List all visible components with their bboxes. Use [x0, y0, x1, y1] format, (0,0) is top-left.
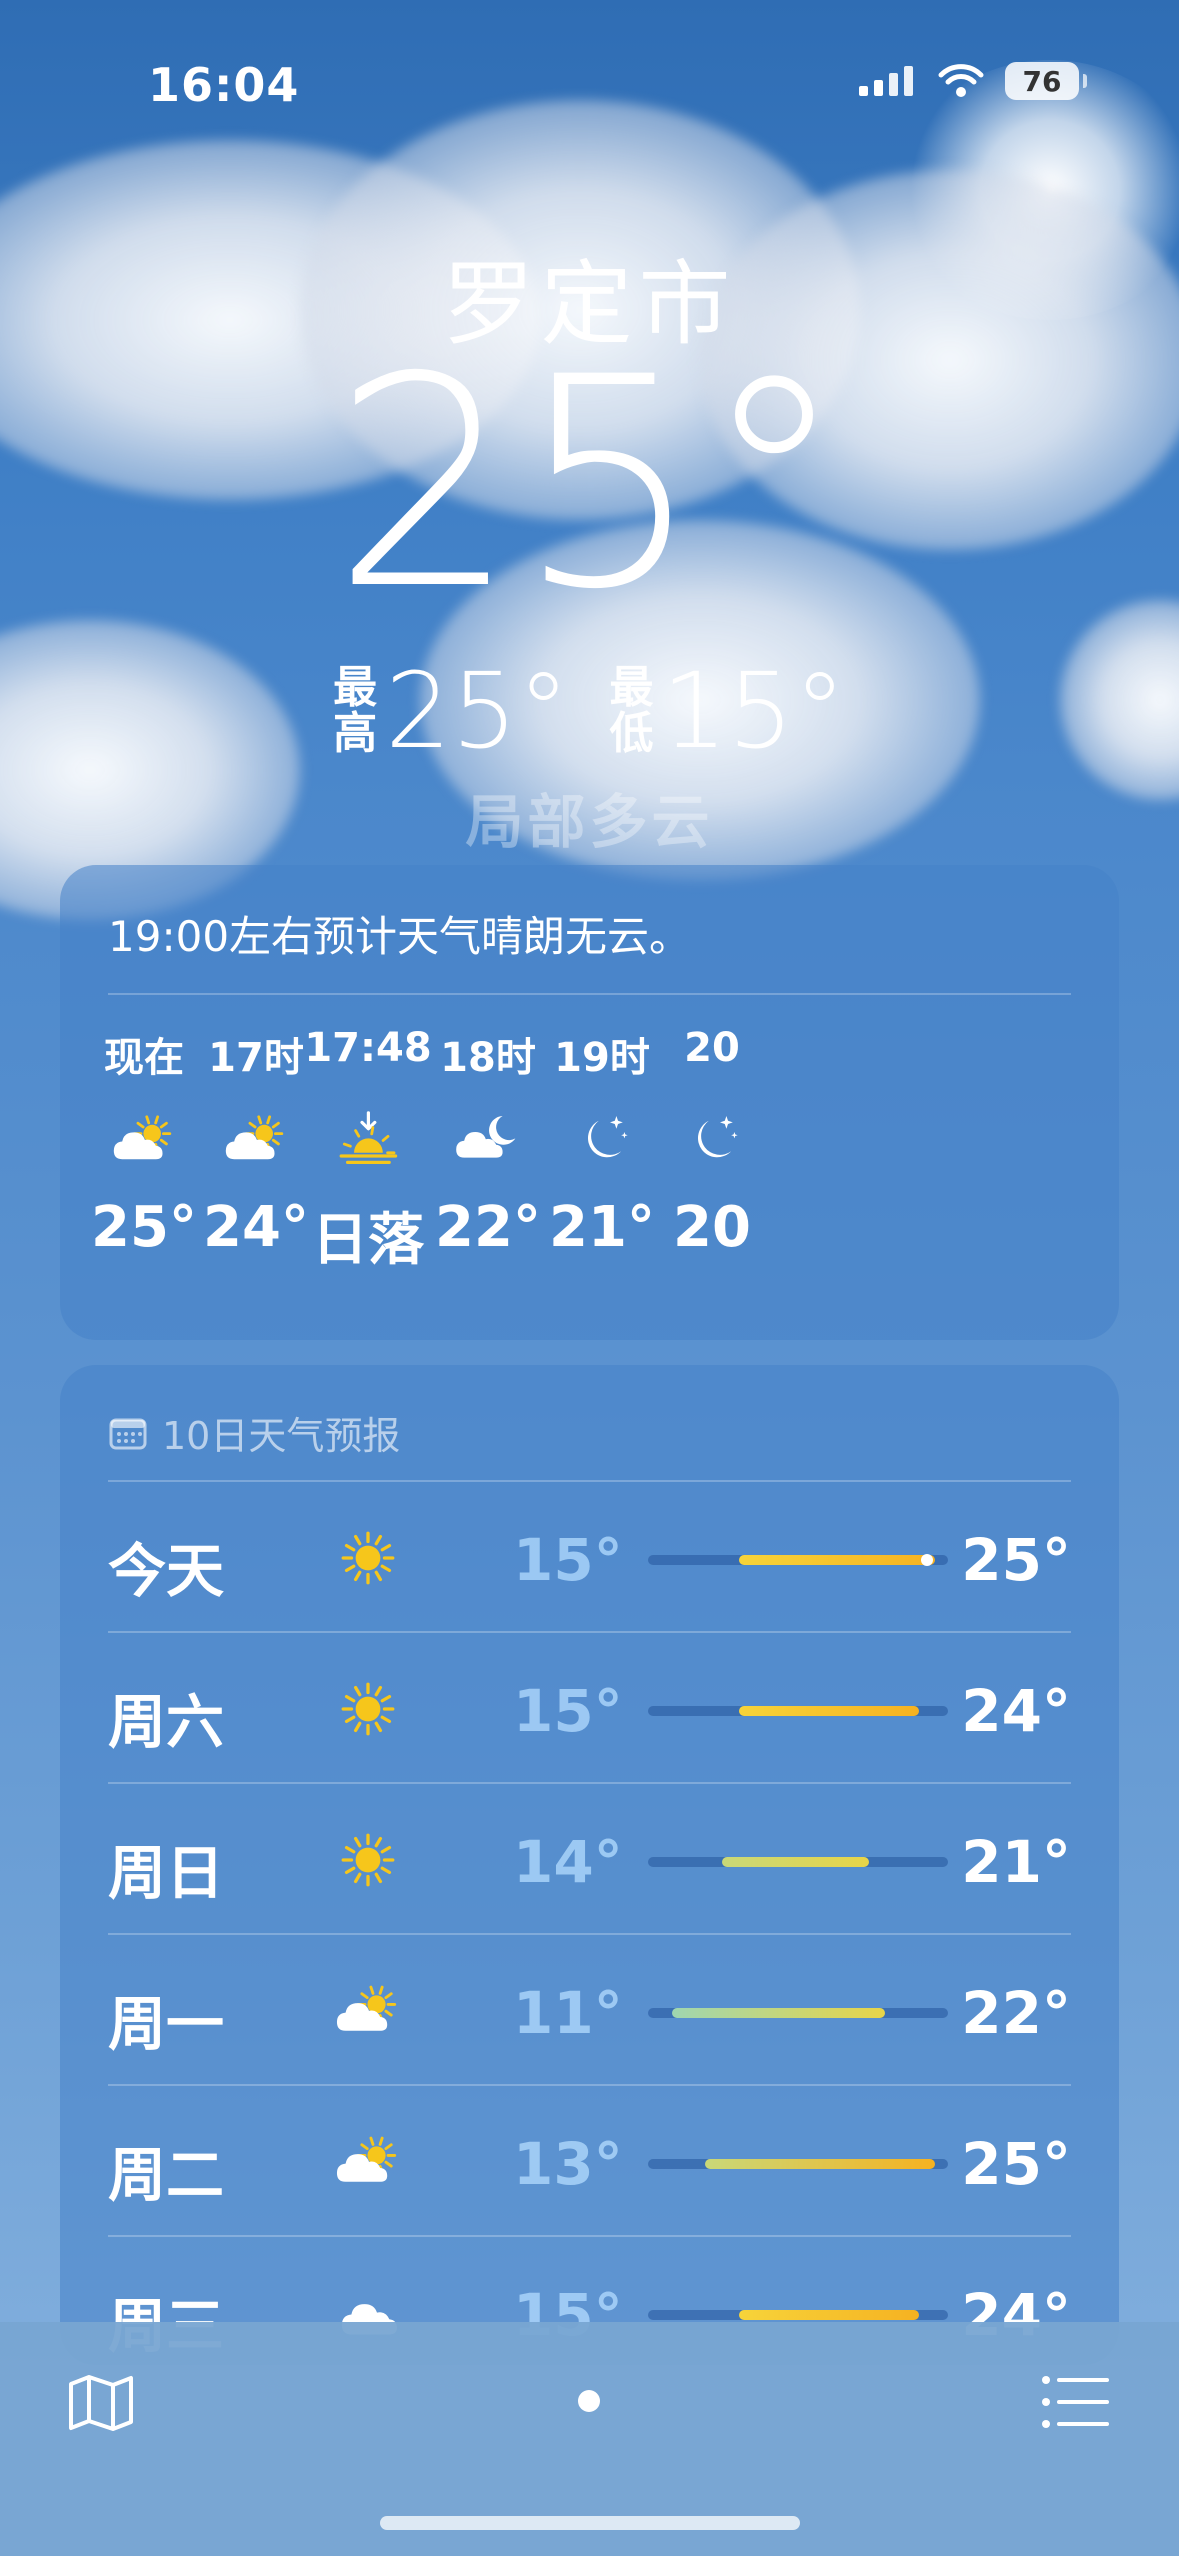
temperature-range-bar: [648, 1857, 948, 1867]
day-high-temperature: 25°: [961, 2130, 1071, 2198]
day-low-temperature: 13°: [513, 2130, 623, 2198]
low-temperature: 15°: [661, 650, 846, 772]
temperature-range-fill: [738, 1706, 919, 1716]
low-label: 最 低: [610, 665, 654, 757]
weather-condition: 局部多云: [465, 788, 714, 856]
divider: [108, 993, 1071, 995]
map-icon[interactable]: [66, 2372, 136, 2432]
battery-icon: 76: [1005, 62, 1087, 100]
day-name: 周六: [108, 1688, 225, 1756]
daily-row[interactable]: 周二 13° 25°: [108, 2084, 1071, 2236]
day-low-temperature: 15°: [513, 1677, 623, 1745]
list-icon[interactable]: [1041, 2374, 1111, 2430]
current-temperature: 25°: [332, 316, 847, 653]
daily-row[interactable]: 周一 11° 22°: [108, 1933, 1071, 2085]
temperature-range-bar: [648, 2008, 948, 2018]
ten-day-forecast-card[interactable]: 10日天气预报 今天 15° 25° 周六 15° 24° 周日 14° 21°…: [60, 1365, 1119, 2365]
day-name: 今天: [108, 1537, 225, 1605]
day-name: 周日: [108, 1839, 225, 1907]
day-low-temperature: 14°: [513, 1828, 623, 1896]
clear-night-icon: [632, 1085, 792, 1195]
temperature-range-bar: [648, 2310, 948, 2320]
temperature-range-bar: [648, 1554, 948, 1566]
temperature-range-fill: [672, 2008, 886, 2018]
status-time: 16:04: [148, 58, 300, 112]
high-temperature-group: 最 高 25°: [333, 650, 569, 772]
temperature-range-fill: [705, 2159, 936, 2169]
day-low-temperature: 15°: [513, 1526, 623, 1594]
day-name: 周二: [108, 2141, 225, 2209]
day-high-temperature: 24°: [961, 1677, 1071, 1745]
sun-icon: [328, 1669, 408, 1749]
temperature-range-bar: [648, 1706, 948, 1716]
high-temperature: 25°: [385, 650, 570, 772]
temperature-range-fill: [722, 1857, 869, 1867]
bottom-toolbar: [0, 2322, 1179, 2556]
temperature-range-fill: [738, 1555, 936, 1565]
sun-icon: [328, 1820, 408, 1900]
hourly-item: 20 20: [632, 1025, 792, 1260]
high-label: 最 高: [333, 665, 377, 757]
daily-row[interactable]: 周日 14° 21°: [108, 1782, 1071, 1934]
high-label-char: 高: [333, 708, 378, 759]
status-icons: 76: [857, 62, 1087, 100]
day-high-temperature: 21°: [961, 1828, 1071, 1896]
daily-row[interactable]: 今天 15° 25°: [108, 1480, 1071, 1632]
partly-sunny-icon: [328, 1971, 408, 2051]
low-label-char: 低: [609, 708, 654, 759]
calendar-icon: [109, 1418, 147, 1449]
high-low-temperatures: 最 高 25° 最 低 15°: [0, 650, 1179, 772]
day-high-temperature: 25°: [961, 1526, 1071, 1594]
hourly-forecast-card[interactable]: 19:00左右预计天气晴朗无云。 现在 25° 17时 24° 17:48 日落…: [60, 865, 1119, 1340]
low-temperature-group: 最 低 15°: [610, 650, 846, 772]
home-indicator[interactable]: [380, 2516, 800, 2530]
high-label-char: 最: [333, 662, 378, 713]
temperature-range-fill: [738, 2310, 919, 2320]
weather-screen: 16:04 76 罗定市 25° 最 高 25° 最 低 15° 局部多云 19…: [0, 0, 1179, 2556]
low-label-char: 最: [609, 662, 654, 713]
day-high-temperature: 22°: [961, 1979, 1071, 2047]
battery-level: 76: [1022, 64, 1062, 98]
cellular-signal-icon: [859, 66, 913, 96]
partly-sunny-icon: [328, 2122, 408, 2202]
hourly-summary: 19:00左右预计天气晴朗无云。: [108, 912, 692, 961]
sun-icon: [328, 1518, 408, 1598]
day-name: 周一: [108, 1990, 225, 2058]
day-low-temperature: 11°: [513, 1979, 623, 2047]
ten-day-title: 10日天气预报: [162, 1414, 401, 1458]
daily-row[interactable]: 周六 15° 24°: [108, 1631, 1071, 1783]
temperature-range-bar: [648, 2159, 948, 2169]
ten-day-header: 10日天气预报: [108, 1405, 400, 1460]
page-indicator-dot[interactable]: [578, 2390, 600, 2412]
wifi-icon: [938, 64, 984, 97]
hour-label: 20: [684, 1025, 740, 1071]
hour-temperature: 20: [673, 1195, 751, 1260]
